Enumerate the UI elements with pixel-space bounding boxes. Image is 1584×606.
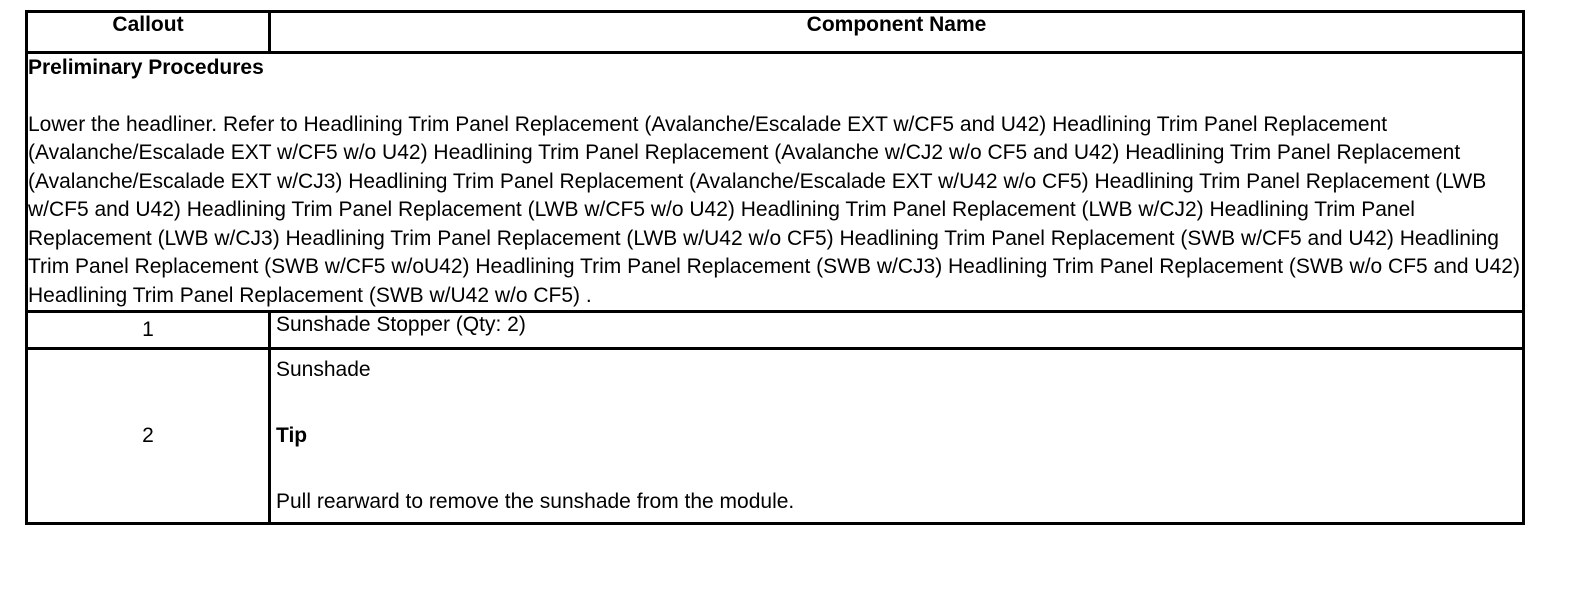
preliminary-row: Preliminary Procedures Lower the headlin… <box>25 51 1525 313</box>
component-name-header: Component Name <box>268 10 1525 54</box>
callout-cell: 2 <box>25 347 271 525</box>
component-cell: Sunshade Stopper (Qty: 2) <box>268 310 1525 350</box>
tip-text: Pull rearward to remove the sunshade fro… <box>276 490 795 513</box>
component-cell: Sunshade Tip Pull rearward to remove the… <box>268 347 1525 525</box>
preliminary-heading: Preliminary Procedures <box>28 56 264 79</box>
table-row: 2 Sunshade Tip Pull rearward to remove t… <box>25 347 1525 525</box>
procedure-table: Callout Component Name Preliminary Proce… <box>25 10 1525 525</box>
callout-cell: 1 <box>25 310 271 350</box>
preliminary-cell: Preliminary Procedures Lower the headlin… <box>25 51 1525 313</box>
table-row: 1 Sunshade Stopper (Qty: 2) <box>25 310 1525 350</box>
header-row: Callout Component Name <box>25 10 1525 54</box>
component-name: Sunshade <box>276 358 371 381</box>
callout-header: Callout <box>25 10 271 54</box>
preliminary-text: Lower the headliner. Refer to Headlining… <box>28 112 1520 307</box>
tip-label: Tip <box>276 424 308 447</box>
